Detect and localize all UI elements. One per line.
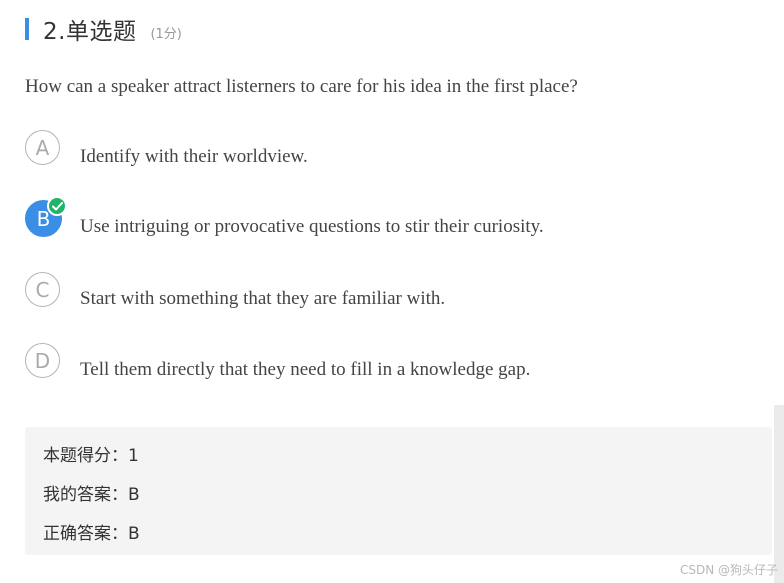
option-c[interactable]: C Start with something that they are fam… [25, 272, 725, 312]
check-icon [47, 196, 67, 216]
question-score: (1分) [150, 26, 182, 42]
result-panel: 本题得分：1 我的答案：B 正确答案：B [25, 427, 772, 555]
option-c-letter: C [35, 277, 50, 302]
watermark: CSDN @狗头仔子 [679, 563, 778, 577]
question-text: How can a speaker attract listerners to … [25, 76, 578, 97]
my-answer-line: 我的答案：B [43, 485, 140, 505]
option-a-text[interactable]: Identify with their worldview. [80, 146, 308, 168]
option-d-radio[interactable]: D [25, 343, 60, 378]
option-d[interactable]: D Tell them directly that they need to f… [25, 343, 725, 383]
option-a-radio[interactable]: A [25, 130, 60, 165]
option-c-text[interactable]: Start with something that they are famil… [80, 288, 445, 310]
question-header: 2.单选题 (1分) [25, 14, 182, 45]
correct-answer-line: 正确答案：B [43, 524, 140, 544]
option-b-text[interactable]: Use intriguing or provocative questions … [80, 216, 544, 238]
question-number-title: 2.单选题 [43, 19, 137, 45]
option-d-text[interactable]: Tell them directly that they need to fil… [80, 359, 530, 381]
option-c-radio[interactable]: C [25, 272, 60, 307]
option-b[interactable]: B Use intriguing or provocative question… [25, 196, 725, 240]
option-a[interactable]: A Identify with their worldview. [25, 130, 725, 170]
option-d-letter: D [34, 348, 51, 373]
accent-bar [25, 18, 29, 40]
option-a-letter: A [35, 135, 50, 160]
scrollbar-track[interactable] [774, 405, 784, 583]
score-line: 本题得分：1 [43, 446, 139, 466]
